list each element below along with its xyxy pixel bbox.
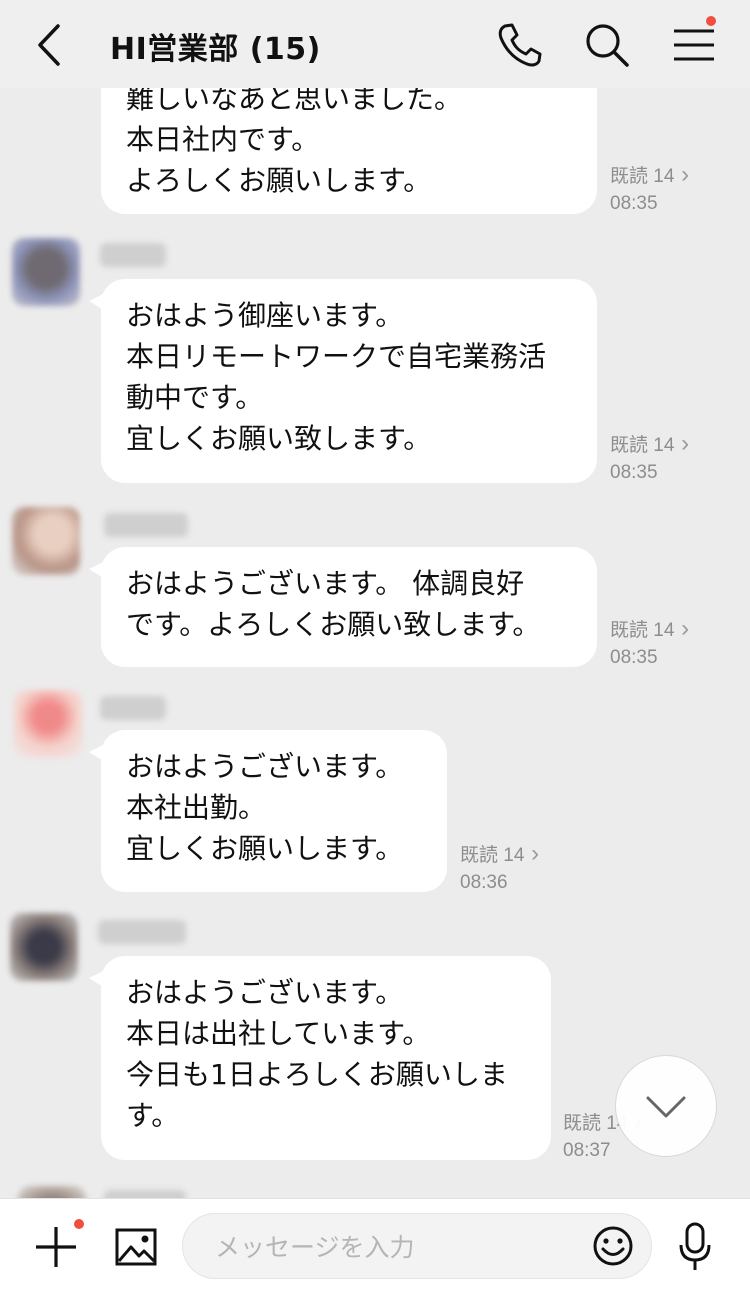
message-line: おはようございます。 bbox=[126, 976, 404, 1009]
chat-header: HI営業部 (15) bbox=[0, 0, 750, 88]
message-line: 本日リモートワークで自宅業務活 bbox=[126, 340, 547, 373]
send-image-button[interactable] bbox=[114, 1225, 158, 1269]
message-line: おはようございます。 体調良好 bbox=[126, 567, 525, 600]
message-bubble[interactable]: 難しいなあと思いました。 本日社内です。 よろしくお願いします。 bbox=[101, 88, 597, 214]
timestamp: 08:36 bbox=[460, 872, 508, 893]
image-icon bbox=[115, 1228, 157, 1266]
message-line: 本日社内です。 bbox=[126, 123, 320, 156]
timestamp: 08:35 bbox=[610, 462, 658, 483]
avatar[interactable] bbox=[18, 1186, 86, 1198]
read-receipt[interactable]: 既読 14 bbox=[610, 161, 689, 190]
message-line: 本日は出社しています。 bbox=[126, 1017, 431, 1050]
read-receipt[interactable]: 既読 14 bbox=[610, 430, 689, 459]
timestamp: 08:35 bbox=[610, 193, 658, 214]
message-composer bbox=[0, 1198, 750, 1296]
message-line: よろしくお願いします。 bbox=[126, 164, 432, 197]
message-meta: 既読 14 08:35 bbox=[610, 615, 689, 671]
sender-name bbox=[100, 696, 166, 720]
smiley-icon bbox=[593, 1226, 633, 1266]
message-line: 本社出勤。 bbox=[126, 791, 267, 824]
message-meta: 既読 14 08:35 bbox=[610, 161, 689, 217]
search-button[interactable] bbox=[582, 20, 632, 70]
message-line: おはよう御座います。 bbox=[126, 299, 404, 332]
message-line: 動中です。 bbox=[126, 381, 264, 414]
search-icon bbox=[586, 24, 629, 67]
microphone-icon bbox=[679, 1222, 711, 1270]
avatar[interactable] bbox=[12, 507, 80, 575]
menu-button[interactable] bbox=[668, 16, 718, 70]
message-bubble[interactable]: おはよう御座います。 本日リモートワークで自宅業務活 動中です。 宜しくお願い致… bbox=[89, 279, 597, 483]
emoji-button[interactable] bbox=[591, 1224, 635, 1268]
add-attachment-button[interactable] bbox=[34, 1219, 84, 1269]
timestamp: 08:35 bbox=[610, 647, 658, 668]
message-line: 今日も1日よろしくお願いしま bbox=[126, 1058, 508, 1091]
message-input-container[interactable] bbox=[182, 1213, 652, 1279]
message-line: です。よろしくお願い致します。 bbox=[126, 608, 541, 641]
back-button[interactable] bbox=[28, 22, 72, 68]
message-meta: 既読 14 08:36 bbox=[460, 840, 539, 896]
hamburger-menu-icon bbox=[674, 29, 714, 61]
scroll-to-bottom-button[interactable] bbox=[615, 1055, 717, 1157]
notification-badge bbox=[706, 16, 716, 26]
message-line: 宜しくお願い致します。 bbox=[126, 422, 432, 455]
sender-name bbox=[98, 920, 186, 944]
message-list[interactable]: 難しいなあと思いました。 本日社内です。 よろしくお願いします。 既読 14 0… bbox=[0, 88, 750, 1198]
phone-icon bbox=[498, 23, 542, 67]
message-input[interactable] bbox=[213, 1224, 587, 1270]
avatar[interactable] bbox=[10, 913, 78, 981]
notification-badge bbox=[74, 1219, 84, 1229]
voice-input-button[interactable] bbox=[676, 1221, 714, 1273]
sender-name bbox=[104, 1190, 186, 1198]
message-bubble[interactable]: おはようございます。 体調良好 です。よろしくお願い致します。 bbox=[89, 547, 597, 667]
message-line: す。 bbox=[126, 1099, 180, 1132]
message-line: 難しいなあと思いました。 bbox=[126, 88, 463, 115]
read-receipt[interactable]: 既読 14 bbox=[610, 615, 689, 644]
call-button[interactable] bbox=[494, 20, 544, 70]
avatar[interactable] bbox=[12, 238, 80, 306]
avatar[interactable] bbox=[14, 690, 82, 758]
sender-name bbox=[100, 243, 166, 267]
message-meta: 既読 14 08:35 bbox=[610, 430, 689, 486]
read-receipt[interactable]: 既読 14 bbox=[460, 840, 539, 869]
chevron-down-icon bbox=[646, 1096, 686, 1118]
message-bubble[interactable]: おはようございます。 本社出勤。 宜しくお願いします。 bbox=[89, 730, 447, 892]
sender-name bbox=[104, 513, 188, 537]
chat-title: HI営業部 (15) bbox=[110, 32, 321, 67]
message-line: 宜しくお願いします。 bbox=[126, 832, 404, 865]
chevron-left-icon bbox=[38, 24, 60, 66]
message-bubble[interactable]: おはようございます。 本日は出社しています。 今日も1日よろしくお願いしま す。 bbox=[89, 956, 551, 1160]
message-line: おはようございます。 bbox=[126, 750, 404, 783]
plus-icon bbox=[36, 1227, 76, 1267]
